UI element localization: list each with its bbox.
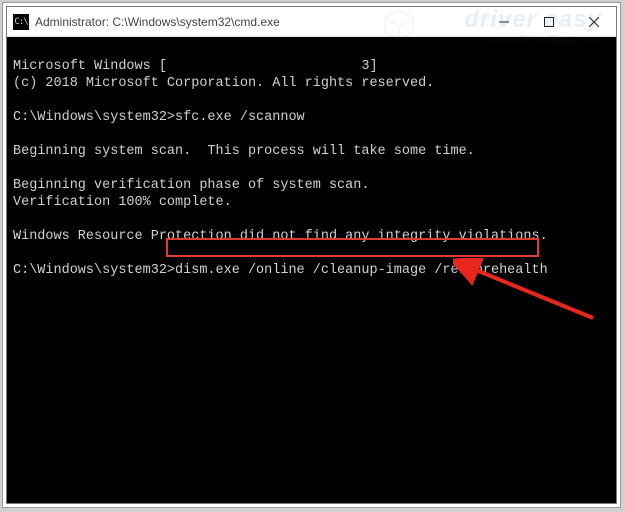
maximize-button[interactable] bbox=[526, 7, 571, 36]
output-line: Beginning verification phase of system s… bbox=[13, 178, 369, 193]
minimize-button[interactable] bbox=[481, 7, 526, 36]
output-line: Windows Resource Protection did not find… bbox=[13, 229, 548, 244]
window-controls bbox=[481, 7, 616, 36]
titlebar[interactable]: C:\ Administrator: C:\Windows\system32\c… bbox=[7, 7, 616, 37]
output-line: (c) 2018 Microsoft Corporation. All righ… bbox=[13, 76, 434, 91]
output-line: Verification 100% complete. bbox=[13, 195, 232, 210]
command-text: dism.exe /online /cleanup-image /restore… bbox=[175, 263, 548, 278]
prompt-line: C:\Windows\system32>sfc.exe /scannow bbox=[13, 110, 305, 125]
prompt-prefix: C:\Windows\system32> bbox=[13, 263, 175, 278]
output-line: Microsoft Windows [ 3] bbox=[13, 59, 378, 74]
window-title: Administrator: C:\Windows\system32\cmd.e… bbox=[35, 15, 481, 29]
cmd-window: C:\ Administrator: C:\Windows\system32\c… bbox=[6, 6, 617, 504]
cmd-icon: C:\ bbox=[13, 14, 29, 30]
close-button[interactable] bbox=[571, 7, 616, 36]
command-text: sfc.exe /scannow bbox=[175, 110, 305, 125]
output-line: Beginning system scan. This process will… bbox=[13, 144, 475, 159]
terminal-output[interactable]: Microsoft Windows [ 3] (c) 2018 Microsof… bbox=[7, 37, 616, 503]
prompt-line: C:\Windows\system32>dism.exe /online /cl… bbox=[13, 263, 548, 278]
prompt-prefix: C:\Windows\system32> bbox=[13, 110, 175, 125]
